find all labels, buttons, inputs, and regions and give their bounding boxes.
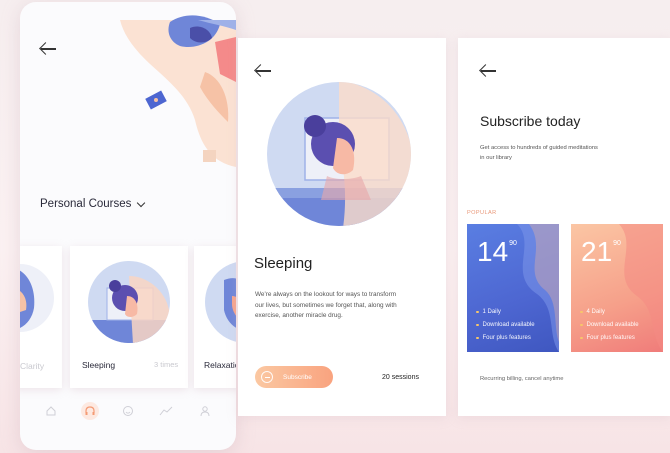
- bottom-tab-bar: [20, 398, 236, 424]
- profile-icon[interactable]: [196, 402, 214, 420]
- subtitle-line: Get access to hundreds of guided meditat…: [480, 145, 598, 151]
- plan-feature-text: 1 Daily: [482, 309, 501, 315]
- back-arrow-icon[interactable]: [255, 64, 273, 78]
- plan-card-basic[interactable]: 1490 1 Daily Download available Four plu…: [467, 224, 559, 352]
- sleeping-mini-illustration: [88, 261, 170, 343]
- course-card-label: Relaxation: [204, 360, 236, 370]
- minus-circle-icon: [261, 371, 273, 383]
- subscribe-button[interactable]: Subscribe: [255, 366, 333, 388]
- chevron-down-icon: [137, 198, 146, 207]
- plan-price-value: 21: [581, 236, 613, 267]
- sleeping-illustration: [267, 82, 411, 226]
- plan-feature: Four plus features: [476, 335, 531, 341]
- relaxation-illustration: [205, 262, 236, 342]
- stats-icon[interactable]: [157, 402, 175, 420]
- plan-feature: Four plus features: [580, 335, 635, 341]
- plan-feature: 4 Daily: [580, 309, 605, 315]
- course-card-meta: 3 times: [154, 360, 179, 369]
- subscribe-subtitle: Get access to hundreds of guided meditat…: [480, 144, 598, 163]
- courses-dropdown-label: Personal Courses: [40, 198, 132, 210]
- plan-feature-text: 4 Daily: [586, 309, 605, 315]
- plan-card-premium[interactable]: 2190 4 Daily Download available Four plu…: [571, 224, 663, 352]
- plan-feature: Download available: [476, 322, 535, 328]
- plan-price-cents: 90: [613, 240, 621, 247]
- description-line: We're always on the lookout for ways to …: [255, 291, 397, 298]
- back-arrow-icon[interactable]: [40, 42, 58, 56]
- subscribe-title: Subscribe today: [480, 113, 581, 129]
- back-arrow-icon[interactable]: [480, 64, 498, 78]
- course-description: We're always on the lookout for ways to …: [255, 290, 397, 322]
- course-card-label: Clarity: [20, 361, 45, 371]
- plan-feature-text: Four plus features: [482, 335, 531, 341]
- courses-dropdown[interactable]: Personal Courses: [40, 198, 146, 210]
- phone-screen-courses: Personal Courses Clarity Sleeping 3 time…: [20, 2, 236, 450]
- plan-price: 2190: [581, 236, 621, 268]
- course-card-clarity[interactable]: Clarity: [20, 246, 62, 388]
- plan-price: 1490: [477, 236, 517, 268]
- plan-feature-text: Download available: [482, 322, 535, 328]
- description-line: exercise, another miracle drug.: [255, 312, 343, 319]
- hero-illustration: [120, 15, 236, 167]
- subscribe-button-label: Subscribe: [283, 373, 312, 381]
- popular-badge: POPULAR: [467, 210, 497, 216]
- course-card-label: Sleeping: [82, 360, 116, 370]
- plan-price-value: 14: [477, 236, 509, 267]
- sessions-count: 20 sessions: [382, 374, 419, 381]
- clarity-illustration: [20, 264, 54, 332]
- smile-icon[interactable]: [119, 402, 137, 420]
- plan-feature-text: Four plus features: [586, 335, 635, 341]
- plan-feature: Download available: [580, 322, 639, 328]
- description-line: our lives, but sometimes we forget that,…: [255, 301, 397, 309]
- plan-feature-text: Download available: [586, 322, 639, 328]
- course-card-relaxation[interactable]: Relaxation: [194, 246, 236, 388]
- plan-feature: 1 Daily: [476, 309, 501, 315]
- headphones-icon[interactable]: [80, 402, 99, 420]
- subtitle-line: in our library: [480, 154, 512, 161]
- course-title: Sleeping: [254, 255, 313, 272]
- plan-price-cents: 90: [509, 240, 517, 247]
- home-icon[interactable]: [42, 402, 60, 420]
- course-card-sleeping[interactable]: Sleeping 3 times: [70, 246, 188, 388]
- billing-note: Recurring billing, cancel anytime: [480, 376, 564, 382]
